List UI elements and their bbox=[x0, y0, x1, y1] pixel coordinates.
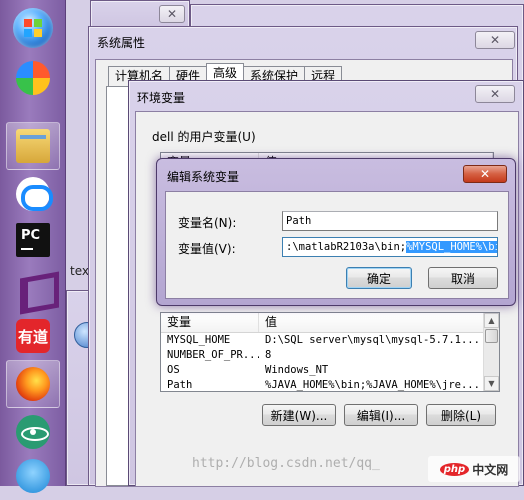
taskbar-atom[interactable] bbox=[6, 408, 60, 456]
pinwheel-icon bbox=[16, 61, 50, 95]
youdao-icon: 有道 bbox=[16, 319, 50, 353]
scroll-up-icon[interactable]: ▲ bbox=[484, 313, 499, 328]
variable-value-label: 变量值(V): bbox=[178, 242, 236, 256]
edit-variable-button[interactable]: 编辑(I)... bbox=[344, 404, 418, 426]
environment-variables-title: 环境变量 bbox=[137, 91, 186, 105]
background-close-icon[interactable]: ✕ bbox=[159, 5, 185, 23]
system-variables-header: 变量 值 bbox=[161, 313, 499, 333]
table-row[interactable]: OS Windows_NT bbox=[161, 363, 499, 378]
scroll-down-icon[interactable]: ▼ bbox=[484, 376, 499, 391]
taskbar-pycharm[interactable]: PC bbox=[6, 216, 60, 264]
variable-name-input[interactable]: Path bbox=[282, 211, 498, 231]
blog-watermark: http://blog.csdn.net/qq_ bbox=[192, 456, 380, 471]
edit-dialog-title: 编辑系统变量 bbox=[167, 170, 240, 184]
taskbar-visual-studio[interactable] bbox=[6, 264, 60, 312]
taskbar-pinwheel-app[interactable] bbox=[6, 54, 60, 102]
variable-name-label: 变量名(N): bbox=[178, 216, 237, 230]
taskbar-youdao[interactable]: 有道 bbox=[6, 312, 60, 360]
value-text-selected: %MYSQL_HOME%\bin bbox=[406, 241, 497, 253]
table-row[interactable]: NUMBER_OF_PR... 8 bbox=[161, 348, 499, 363]
taskbar-firefox[interactable] bbox=[6, 360, 60, 408]
php-badge: php bbox=[439, 462, 470, 476]
system-column-variable[interactable]: 变量 bbox=[161, 313, 259, 332]
taskbar: PC 有道 bbox=[0, 0, 66, 493]
system-properties-title: 系统属性 bbox=[97, 36, 146, 50]
system-column-value[interactable]: 值 bbox=[259, 313, 485, 332]
visual-studio-icon bbox=[16, 271, 50, 305]
environment-variables-close-icon[interactable]: ✕ bbox=[475, 85, 515, 103]
taskbar-explorer[interactable] bbox=[6, 122, 60, 170]
qq-icon bbox=[16, 459, 50, 493]
ok-button[interactable]: 确定 bbox=[346, 267, 412, 289]
site-logo-text: 中文网 bbox=[472, 462, 509, 477]
user-variables-label: dell 的用户变量(U) bbox=[152, 130, 256, 144]
cloud-drive-icon bbox=[16, 177, 53, 211]
edit-dialog-client: 变量名(N): Path 变量值(V): :\matlabR2103a\bin;… bbox=[165, 191, 509, 299]
taskbar-qq[interactable] bbox=[6, 452, 60, 500]
atom-icon bbox=[16, 415, 50, 449]
windows-start-icon bbox=[13, 8, 53, 48]
site-logo-watermark: php 中文网 bbox=[428, 456, 520, 482]
taskbar-baidu-cloud[interactable] bbox=[6, 170, 60, 218]
firefox-icon bbox=[16, 367, 50, 401]
new-variable-button[interactable]: 新建(W)... bbox=[262, 404, 336, 426]
system-properties-close-icon[interactable]: ✕ bbox=[475, 31, 515, 49]
pycharm-icon: PC bbox=[12, 219, 54, 261]
edit-dialog-close-icon[interactable]: ✕ bbox=[463, 165, 507, 183]
variable-value-input[interactable]: :\matlabR2103a\bin;%MYSQL_HOME%\bin bbox=[282, 237, 498, 257]
value-text-unselected: :\matlabR2103a\bin; bbox=[286, 241, 407, 253]
system-variables-list[interactable]: 变量 值 MYSQL_HOME D:\SQL server\mysql\mysq… bbox=[160, 312, 500, 392]
background-window-1: ✕ bbox=[90, 0, 190, 28]
scroll-thumb[interactable] bbox=[485, 329, 498, 343]
folder-explorer-icon bbox=[16, 129, 50, 163]
delete-variable-button[interactable]: 删除(L) bbox=[426, 404, 496, 426]
edit-system-variable-dialog: 编辑系统变量 ✕ 变量名(N): Path 变量值(V): :\matlabR2… bbox=[156, 158, 516, 306]
system-variables-scrollbar[interactable]: ▲ ▼ bbox=[483, 313, 499, 391]
table-row[interactable]: MYSQL_HOME D:\SQL server\mysql\mysql-5.7… bbox=[161, 333, 499, 348]
start-button[interactable] bbox=[6, 4, 60, 52]
cancel-button[interactable]: 取消 bbox=[428, 267, 498, 289]
table-row[interactable]: Path %JAVA_HOME%\bin;%JAVA_HOME%\jre... bbox=[161, 378, 499, 391]
